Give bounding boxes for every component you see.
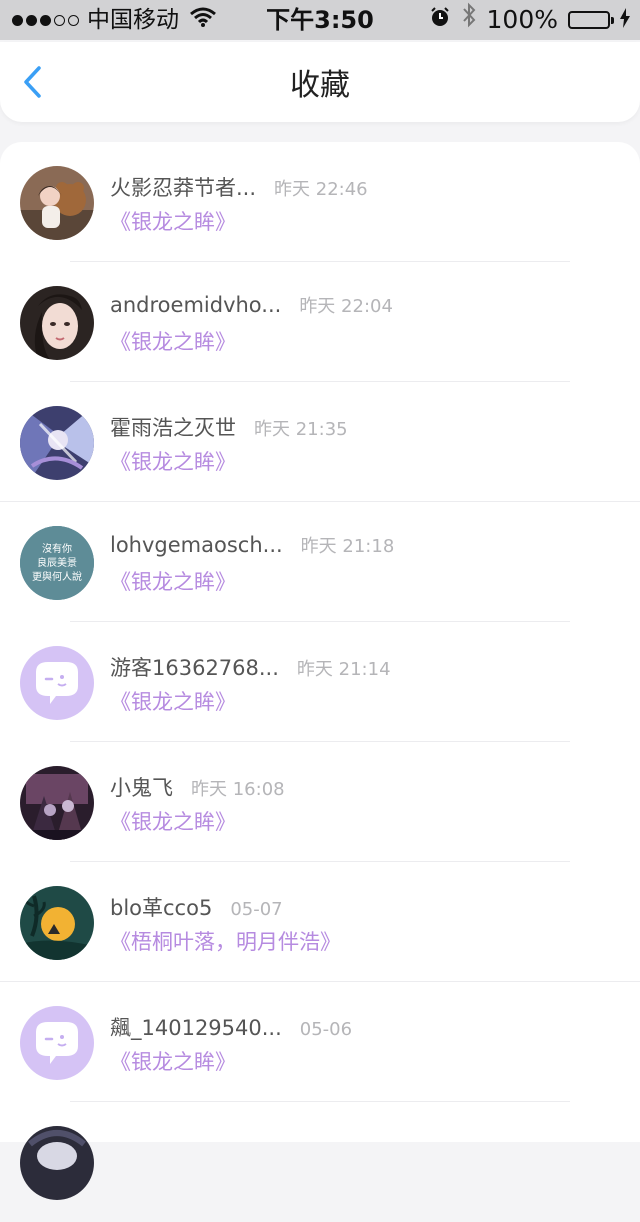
work-title-link[interactable]: 《银龙之眸》 xyxy=(110,446,236,476)
avatar[interactable] xyxy=(20,1126,94,1200)
timestamp: 昨天 22:04 xyxy=(299,296,393,317)
list-item[interactable]: blo革cco5 05-07 《梧桐叶落，明月伴浩》 xyxy=(0,862,640,982)
timestamp: 05-06 xyxy=(299,1019,353,1040)
list-item[interactable]: 飆_140129540... 05-06 《银龙之眸》 xyxy=(0,982,640,1102)
item-header: 游客16362768... 昨天 21:14 xyxy=(110,652,391,682)
battery-icon xyxy=(568,11,614,29)
status-bar: 中国移动 下午3:50 100% xyxy=(0,0,640,40)
charging-bolt-icon xyxy=(620,0,630,40)
default-chat-bubble-icon xyxy=(20,1006,94,1080)
avatar[interactable] xyxy=(20,166,94,240)
avatar[interactable] xyxy=(20,406,94,480)
item-header: 霍雨浩之灭世 昨天 21:35 xyxy=(110,412,348,442)
username: 游客16362768... xyxy=(110,656,279,680)
timestamp: 昨天 21:35 xyxy=(254,419,348,440)
work-title-link[interactable]: 《银龙之眸》 xyxy=(110,1046,236,1076)
username: blo革cco5 xyxy=(110,896,213,920)
item-header: 小鬼飞 昨天 16:08 xyxy=(110,772,285,802)
list-item[interactable]: 霍雨浩之灭世 昨天 21:35 《银龙之眸》 xyxy=(0,382,640,502)
timestamp: 昨天 16:08 xyxy=(191,779,285,800)
avatar[interactable] xyxy=(20,286,94,360)
list-item[interactable]: 沒有你 良辰美景 更與何人說 lohvgemaosch... 昨天 21:18 … xyxy=(0,502,640,622)
username: 火影忍莽节者... xyxy=(110,176,257,200)
item-header: androemidvho... 昨天 22:04 xyxy=(110,292,393,318)
status-bar-right: 100% xyxy=(429,0,630,40)
username: androemidvho... xyxy=(110,293,282,317)
work-title-link[interactable]: 《银龙之眸》 xyxy=(110,326,236,356)
alarm-icon xyxy=(429,0,451,40)
item-header: blo革cco5 05-07 xyxy=(110,892,283,922)
list-item[interactable]: androemidvho... 昨天 22:04 《银龙之眸》 xyxy=(0,262,640,382)
avatar[interactable] xyxy=(20,886,94,960)
avatar[interactable] xyxy=(20,766,94,840)
work-title-link[interactable]: 《银龙之眸》 xyxy=(110,686,236,716)
item-header: lohvgemaosch... 昨天 21:18 xyxy=(110,532,394,558)
avatar[interactable] xyxy=(20,1006,94,1080)
avatar-text-3: 更與何人說 xyxy=(32,570,82,583)
avatar[interactable] xyxy=(20,646,94,720)
timestamp: 05-07 xyxy=(230,899,283,920)
avatar[interactable]: 沒有你 良辰美景 更與何人說 xyxy=(20,526,94,600)
timestamp: 昨天 22:46 xyxy=(274,179,368,200)
timestamp: 昨天 21:14 xyxy=(296,659,391,680)
list-item[interactable]: 小鬼飞 昨天 16:08 《银龙之眸》 xyxy=(0,742,640,862)
item-header: 飆_140129540... 05-06 xyxy=(110,1012,352,1042)
work-title-link[interactable]: 《银龙之眸》 xyxy=(110,566,236,596)
item-header: 火影忍莽节者... 昨天 22:46 xyxy=(110,172,368,202)
work-title-link[interactable]: 《银龙之眸》 xyxy=(110,806,236,836)
battery-percent: 100% xyxy=(486,5,558,34)
list-item[interactable]: 游客16362768... 昨天 21:14 《银龙之眸》 xyxy=(0,622,640,742)
default-chat-bubble-icon xyxy=(20,646,94,720)
page-title: 收藏 xyxy=(290,68,350,103)
avatar-text-1: 沒有你 xyxy=(42,542,72,555)
list-item[interactable] xyxy=(0,1102,640,1222)
avatar-text-2: 良辰美景 xyxy=(37,556,77,569)
work-title-link[interactable]: 《梧桐叶落，明月伴浩》 xyxy=(110,926,341,956)
navigation-bar: 收藏 xyxy=(0,42,640,122)
list-item[interactable]: 火影忍莽节者... 昨天 22:46 《银龙之眸》 xyxy=(0,142,640,262)
username: 小鬼飞 xyxy=(110,776,173,800)
bluetooth-icon xyxy=(461,0,477,40)
username: lohvgemaosch... xyxy=(110,533,283,557)
timestamp: 昨天 21:18 xyxy=(300,536,395,557)
username: 飆_140129540... xyxy=(110,1016,282,1040)
work-title-link[interactable]: 《银龙之眸》 xyxy=(110,206,236,236)
username: 霍雨浩之灭世 xyxy=(110,416,236,440)
favorites-list: 火影忍莽节者... 昨天 22:46 《银龙之眸》 androemidvho..… xyxy=(0,142,640,1200)
